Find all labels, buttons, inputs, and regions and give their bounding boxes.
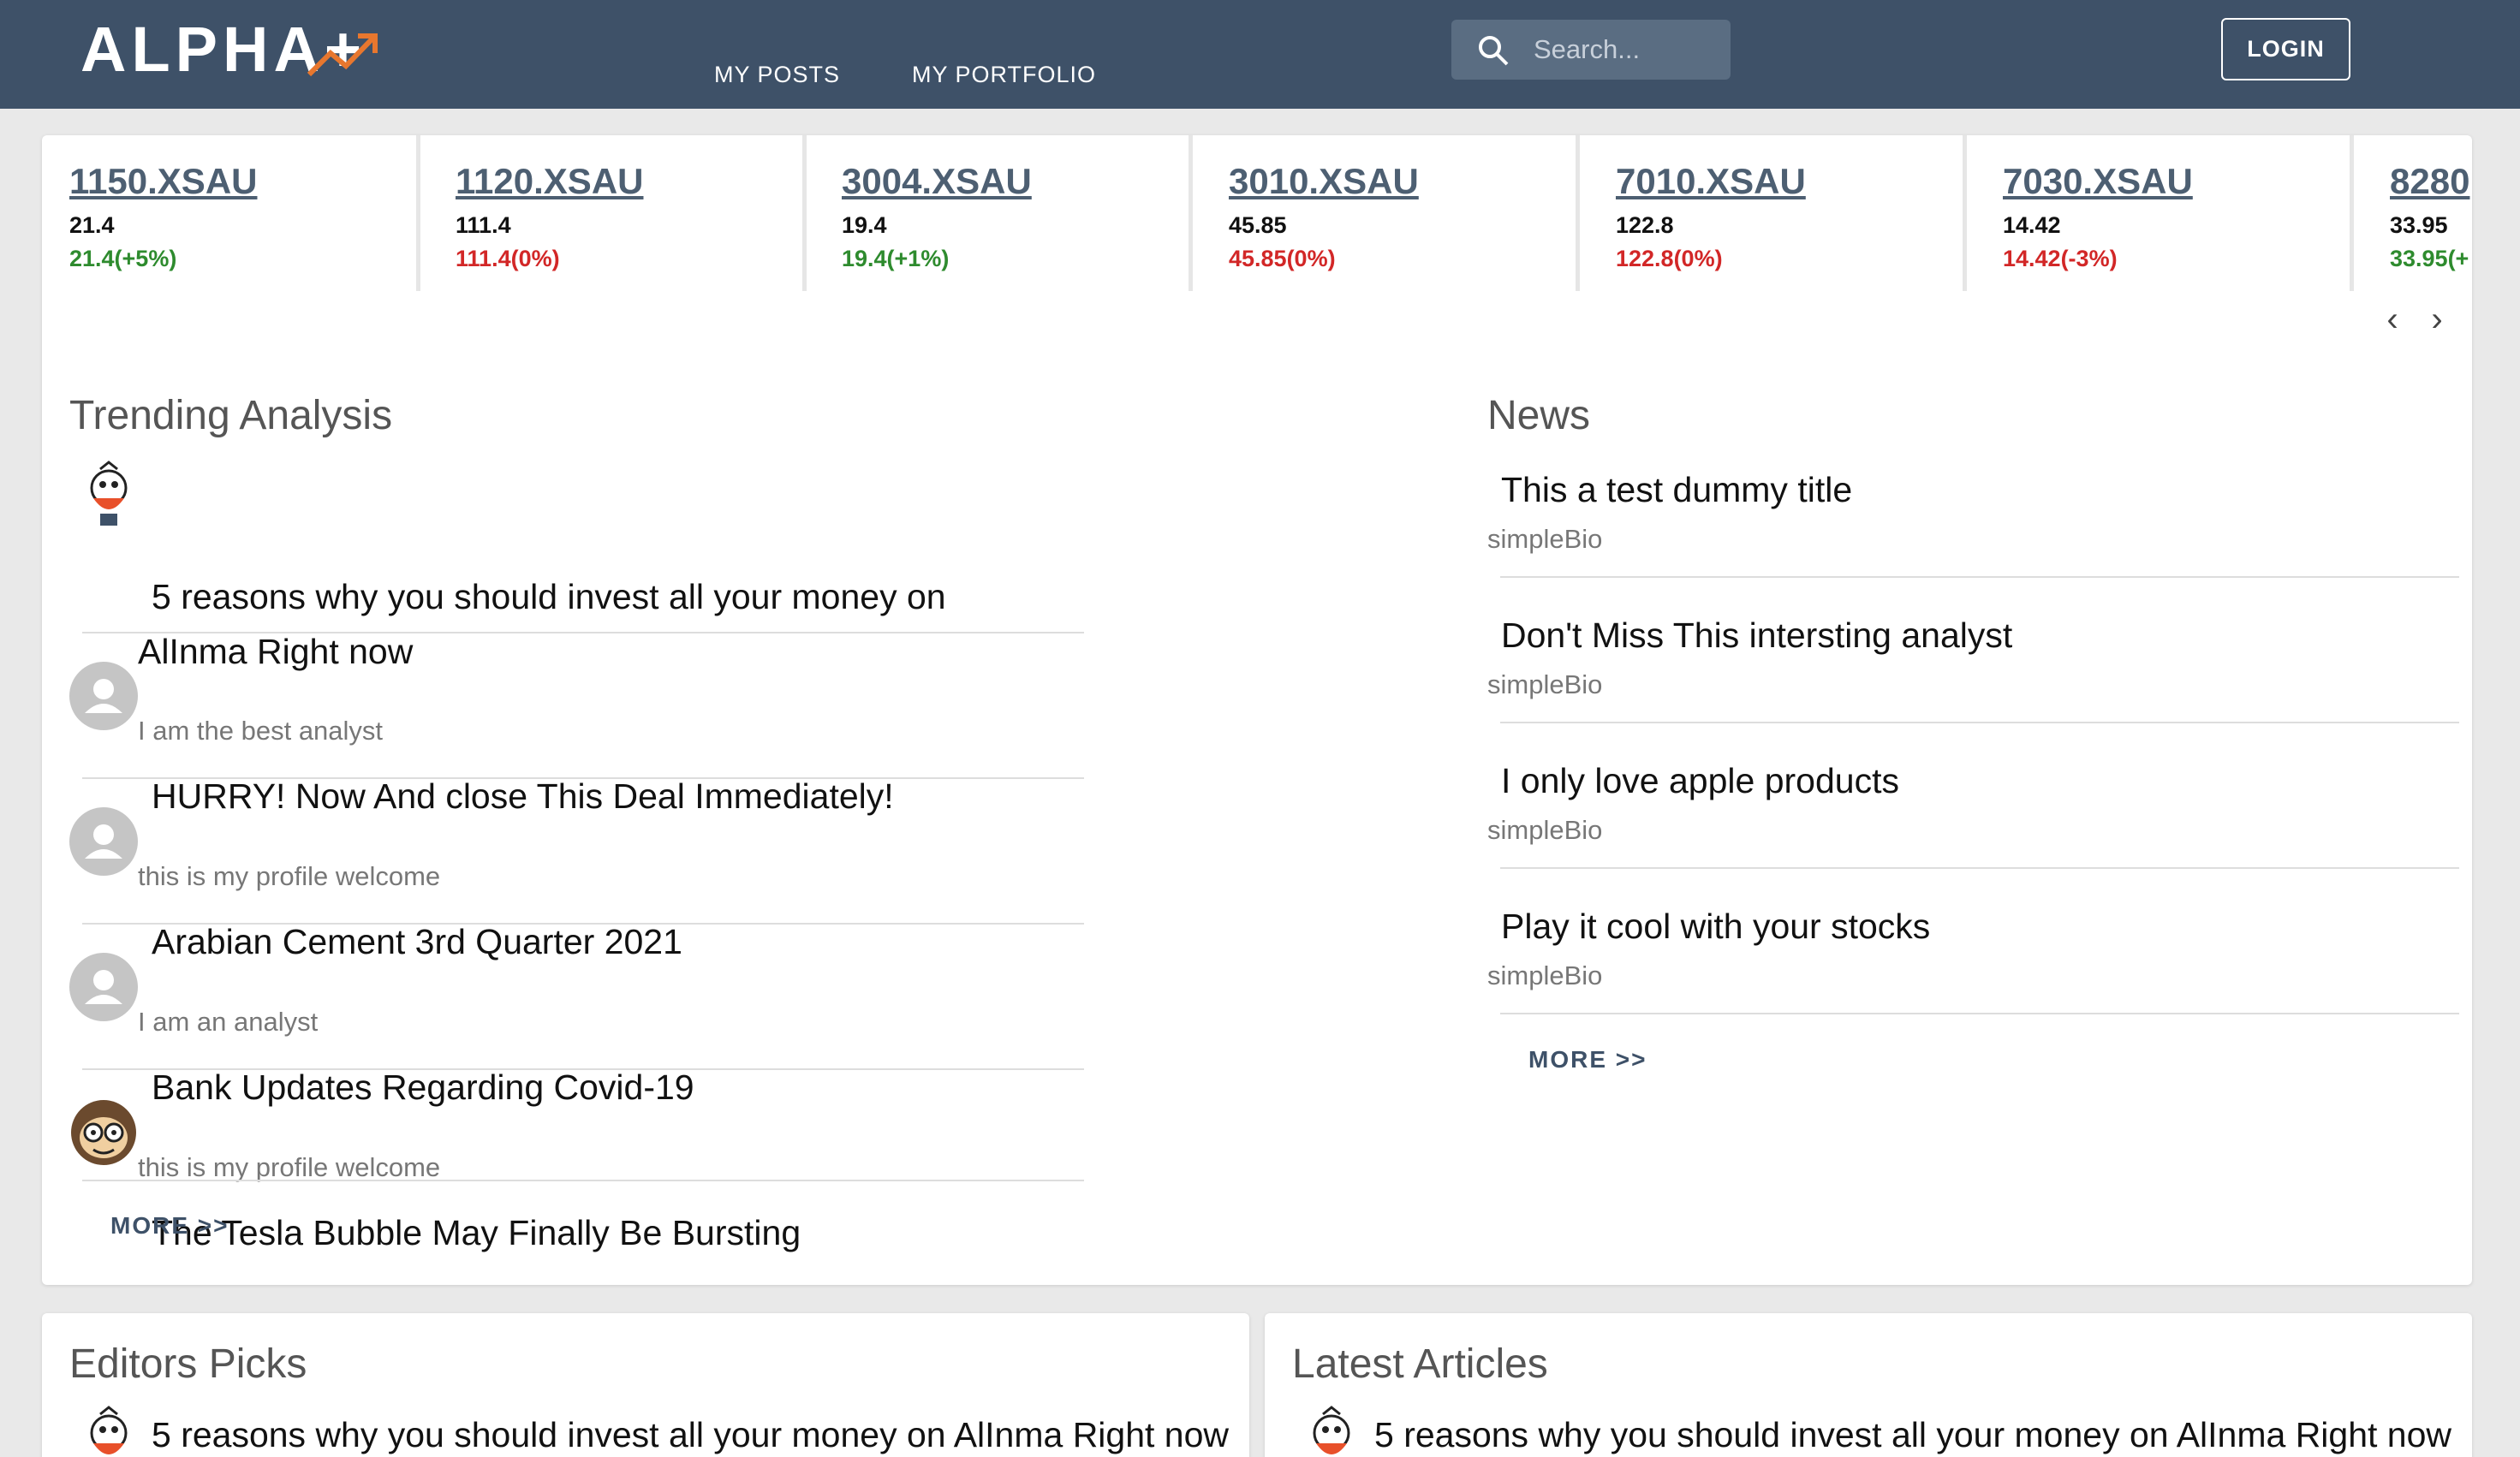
login-button[interactable]: LOGIN <box>2221 18 2350 80</box>
carousel-prev-button[interactable]: ‹ <box>2375 298 2410 341</box>
divider <box>1500 722 2459 723</box>
latest-articles-card: Latest Articles 5 reasons why you should… <box>1265 1313 2472 1457</box>
ticker-price: 19.4 <box>842 212 887 238</box>
ticker-card[interactable]: 3010.XSAU 45.85 45.85(0%) <box>1201 135 1580 291</box>
news-item-subtitle: simpleBio <box>1487 524 1603 554</box>
news-item-subtitle: simpleBio <box>1487 815 1603 845</box>
trending-item-author-bio: I am an analyst <box>138 1007 319 1037</box>
ticker-price: 21.4 <box>69 212 115 238</box>
trending-more-link[interactable]: MORE >> <box>110 1212 229 1240</box>
ticker-change: 45.85(0%) <box>1229 246 1336 271</box>
default-user-avatar-icon <box>69 807 138 876</box>
divider <box>1500 1013 2459 1014</box>
ticker-card[interactable]: 1150.XSAU 21.4 21.4(+5%) <box>42 135 420 291</box>
ticker-symbol-link[interactable]: 1120.XSAU <box>456 156 802 207</box>
user-silhouette-icon <box>85 970 122 1004</box>
ticker-change: 122.8(0%) <box>1616 246 1723 271</box>
news-item-title[interactable]: I only love apple products <box>1501 753 1899 808</box>
ticker-symbol-link[interactable]: 1150.XSAU <box>69 156 416 207</box>
ticker-symbol-link[interactable]: 3010.XSAU <box>1229 156 1576 207</box>
news-more-link[interactable]: MORE >> <box>1528 1046 1647 1073</box>
trending-item-author-bio: I am the best analyst <box>138 716 384 746</box>
ticker-change: 19.4(+1%) <box>842 246 950 271</box>
ticker-card[interactable]: 7030.XSAU 14.42 14.42(-3%) <box>1975 135 2354 291</box>
main-content-card: 1150.XSAU 21.4 21.4(+5%) 1120.XSAU 111.4… <box>42 135 2472 1285</box>
ticker-symbol-link[interactable]: 7030.XSAU <box>2003 156 2350 207</box>
user-silhouette-icon <box>85 824 122 859</box>
news-item-title[interactable]: Don't Miss This intersting analyst <box>1501 608 2012 663</box>
trending-item-author-bio: this is my profile welcome <box>138 1152 441 1182</box>
ticker-card[interactable]: 8280 33.95 33.95(+ <box>2362 135 2472 291</box>
latest-articles-heading: Latest Articles <box>1292 1341 1548 1387</box>
top-navbar: ALPHA+ MY POSTS MY PORTFOLIO LOGIN <box>0 0 2520 109</box>
divider <box>82 1068 1084 1070</box>
alpha-plus-logo[interactable]: ALPHA+ <box>80 15 389 84</box>
ticker-change: 33.95(+ <box>2390 246 2469 271</box>
news-item-subtitle: simpleBio <box>1487 960 1603 990</box>
ticker-card[interactable]: 1120.XSAU 111.4 111.4(0%) <box>428 135 807 291</box>
nav-my-posts[interactable]: MY POSTS <box>714 62 840 88</box>
default-user-avatar-icon <box>69 953 138 1021</box>
trending-item-author-bio: this is my profile welcome <box>138 861 441 891</box>
cartoon-monkey-avatar-icon <box>71 1100 136 1165</box>
divider <box>1500 576 2459 578</box>
news-item-subtitle: simpleBio <box>1487 669 1603 699</box>
trending-item-title[interactable]: 5 reasons why you should invest all your… <box>152 569 946 624</box>
logo-arrow-icon <box>307 33 378 77</box>
ticker-symbol-link[interactable]: 3004.XSAU <box>842 156 1189 207</box>
cartoon-bird-avatar-icon <box>74 461 143 529</box>
divider <box>82 632 1084 633</box>
carousel-next-button[interactable]: › <box>2420 298 2454 341</box>
trending-analysis-heading: Trending Analysis <box>69 393 393 438</box>
editors-picks-heading: Editors Picks <box>69 1341 307 1387</box>
ticker-change: 21.4(+5%) <box>69 246 177 271</box>
divider <box>82 923 1084 925</box>
search-box[interactable] <box>1451 20 1731 80</box>
news-item-title[interactable]: This a test dummy title <box>1501 462 1852 517</box>
ticker-price: 45.85 <box>1229 212 1287 238</box>
divider <box>82 1180 1084 1181</box>
search-icon <box>1479 36 1509 66</box>
cartoon-bird-avatar-icon <box>74 1406 143 1457</box>
ticker-price: 14.42 <box>2003 212 2061 238</box>
default-user-avatar-icon <box>69 662 138 730</box>
ticker-change: 111.4(0%) <box>456 246 560 271</box>
news-heading: News <box>1487 393 1591 438</box>
ticker-change: 14.42(-3%) <box>2003 246 2118 271</box>
editors-pick-item-title[interactable]: 5 reasons why you should invest all your… <box>152 1407 1229 1457</box>
ticker-symbol-link[interactable]: 8280 <box>2390 156 2472 207</box>
ticker-card[interactable]: 3004.XSAU 19.4 19.4(+1%) <box>814 135 1193 291</box>
cartoon-bird-avatar-icon <box>1297 1406 1366 1457</box>
divider <box>1500 867 2459 869</box>
ticker-price: 122.8 <box>1616 212 1674 238</box>
news-item-title[interactable]: Play it cool with your stocks <box>1501 899 1930 954</box>
search-input[interactable] <box>1534 28 1718 71</box>
user-silhouette-icon <box>85 679 122 713</box>
trending-item-title[interactable]: The Tesla Bubble May Finally Be Bursting <box>152 1205 801 1260</box>
latest-article-item-title[interactable]: 5 reasons why you should invest all your… <box>1374 1407 2451 1457</box>
divider <box>82 777 1084 779</box>
ticker-price: 33.95 <box>2390 212 2448 238</box>
ticker-symbol-link[interactable]: 7010.XSAU <box>1616 156 1963 207</box>
ticker-carousel: 1150.XSAU 21.4 21.4(+5%) 1120.XSAU 111.4… <box>42 135 2472 294</box>
ticker-price: 111.4 <box>456 212 511 238</box>
nav-my-portfolio[interactable]: MY PORTFOLIO <box>912 62 1096 88</box>
ticker-card[interactable]: 7010.XSAU 122.8 122.8(0%) <box>1588 135 1967 291</box>
editors-picks-card: Editors Picks 5 reasons why you should i… <box>42 1313 1249 1457</box>
